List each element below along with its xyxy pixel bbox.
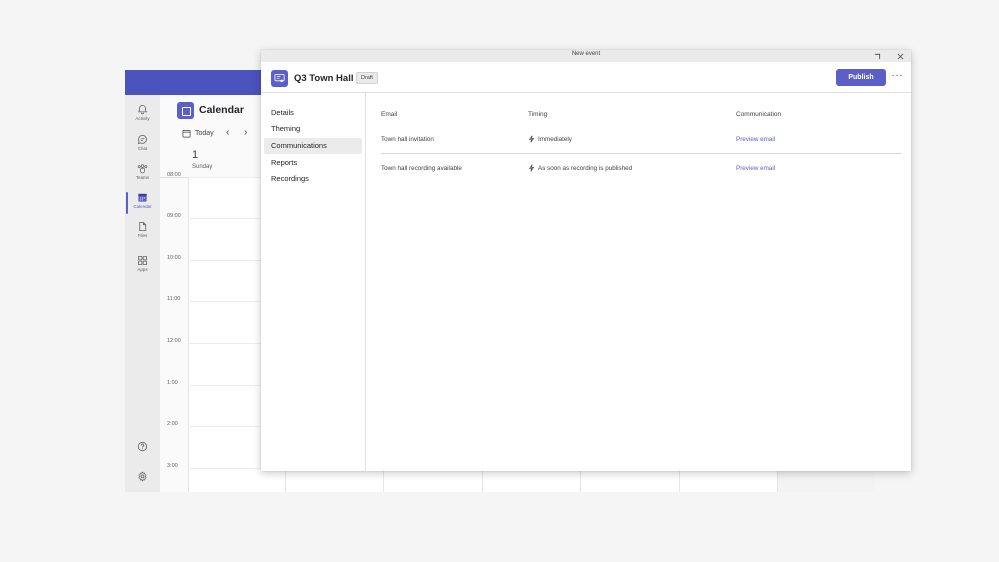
new-event-window: New event Q3 Town Hall Draft Publish ···…	[261, 50, 911, 471]
time-label: 3:00	[167, 463, 178, 469]
event-title: Q3 Town Hall	[294, 73, 354, 84]
time-label: 09:00	[167, 213, 181, 219]
event-nav: Details Theming Communications Reports R…	[261, 93, 366, 471]
time-label: 2:00	[167, 421, 178, 427]
lightning-icon	[528, 164, 535, 172]
column-header-timing: Timing	[528, 111, 548, 118]
teams-icon	[137, 164, 148, 174]
email-name: Town hall invitation	[381, 136, 434, 143]
calendar-app-icon	[177, 102, 194, 119]
event-type-icon	[271, 70, 288, 87]
rail-item-label: Teams	[135, 175, 150, 180]
time-label: 11:00	[167, 296, 181, 302]
chat-icon	[137, 134, 147, 145]
timing-cell: As soon as recording is published	[528, 155, 632, 183]
today-button[interactable]: Today	[182, 129, 214, 138]
table-row: Town hall recording available As soon as…	[381, 155, 901, 183]
calendar-icon	[138, 193, 147, 202]
rail-item-label: Calendar	[133, 204, 152, 209]
preview-email-link[interactable]: Preview email	[736, 155, 775, 183]
time-label: 12:00	[167, 338, 181, 344]
rail-item-label: Apps	[137, 267, 148, 272]
calendar-today-icon	[182, 129, 191, 138]
apps-icon	[137, 255, 148, 266]
day-name: Sunday	[192, 164, 213, 170]
bell-icon	[137, 104, 148, 115]
nav-item-theming[interactable]: Theming	[264, 121, 362, 137]
rail-item-label: Activity	[135, 116, 150, 121]
window-title-bar: New event	[261, 50, 911, 62]
app-rail: Activity Chat Teams Calendar Files Apps	[125, 95, 160, 492]
publish-button[interactable]: Publish	[836, 69, 886, 86]
rail-item-teams[interactable]: Teams	[125, 161, 160, 187]
time-column: 08:00 09:00 10:00 11:00 12:00 1:00 2:00 …	[160, 172, 188, 492]
email-name: Town hall recording available	[381, 165, 462, 172]
day-number: 1	[192, 149, 199, 161]
timing-cell: Immediately	[528, 126, 572, 154]
time-label: 08:00	[167, 172, 181, 178]
event-header: Q3 Town Hall Draft Publish ···	[261, 62, 911, 93]
settings-button[interactable]	[125, 471, 160, 482]
window-title: New event	[571, 51, 601, 57]
column-header-communication: Communication	[736, 111, 782, 118]
rail-item-label: Chat	[137, 146, 148, 151]
next-arrow-icon[interactable]: ›	[244, 127, 247, 138]
communications-panel: Email Timing Communication Town hall inv…	[366, 93, 911, 471]
rail-item-chat[interactable]: Chat	[125, 132, 160, 158]
timing-text: As soon as recording is published	[538, 165, 633, 172]
column-header-email: Email	[381, 111, 398, 118]
status-badge: Draft	[356, 72, 378, 84]
calendar-title: Calendar	[199, 104, 244, 116]
rail-item-apps[interactable]: Apps	[125, 253, 160, 279]
previous-arrow-icon[interactable]: ‹	[226, 127, 229, 138]
lightning-icon	[528, 135, 535, 143]
nav-item-details[interactable]: Details	[264, 105, 362, 121]
time-label: 10:00	[167, 255, 181, 261]
nav-item-communications[interactable]: Communications	[264, 138, 362, 154]
more-options-icon[interactable]: ···	[892, 69, 904, 83]
file-icon	[139, 221, 147, 232]
today-label: Today	[195, 130, 214, 137]
time-label: 1:00	[167, 380, 178, 386]
help-button[interactable]	[125, 441, 160, 452]
rail-item-calendar[interactable]: Calendar	[125, 190, 160, 216]
rail-item-files[interactable]: Files	[125, 219, 160, 245]
timing-text: Immediately	[538, 136, 572, 143]
rail-item-activity[interactable]: Activity	[125, 102, 160, 128]
screen: Activity Chat Teams Calendar Files Apps	[0, 0, 999, 562]
nav-item-recordings[interactable]: Recordings	[264, 171, 362, 187]
table-row: Town hall invitation Immediately Preview…	[381, 126, 901, 154]
rail-item-label: Files	[137, 233, 148, 238]
preview-email-link[interactable]: Preview email	[736, 126, 775, 154]
help-icon	[137, 441, 148, 452]
settings-icon	[138, 471, 147, 482]
nav-item-reports[interactable]: Reports	[264, 155, 362, 171]
